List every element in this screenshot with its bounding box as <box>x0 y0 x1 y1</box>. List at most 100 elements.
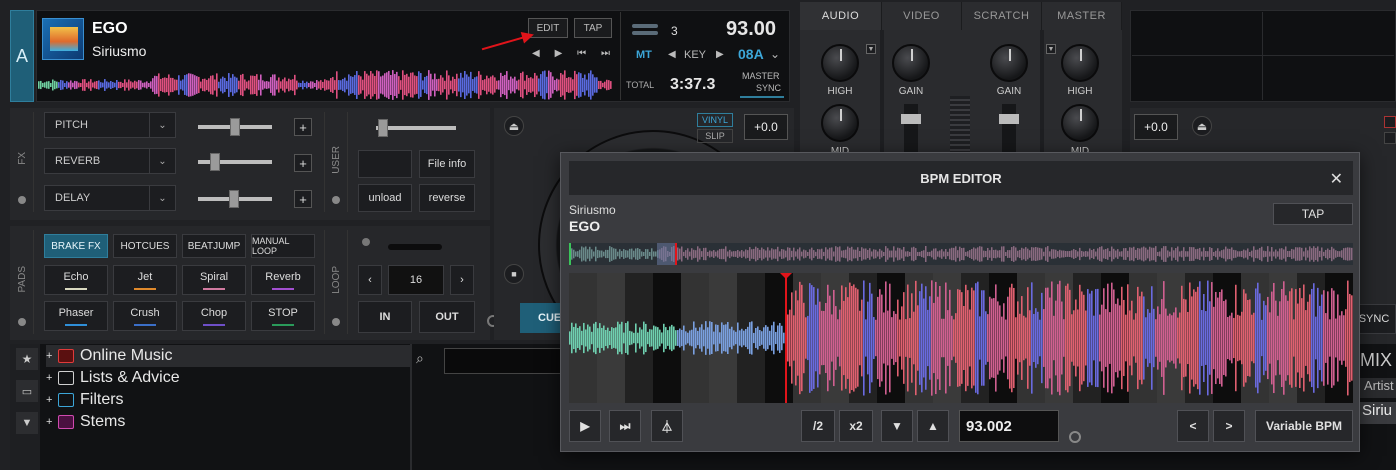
pitch-value[interactable]: +0.0 <box>744 114 788 140</box>
mid-knob-right[interactable] <box>1061 104 1099 142</box>
tab-brake-fx[interactable]: BRAKE FX <box>44 234 108 258</box>
tree-item-stems[interactable]: + Stems <box>46 411 406 433</box>
loop-halve-button[interactable]: ‹ <box>358 265 382 295</box>
play-icon[interactable]: ▶ <box>569 410 601 442</box>
gain-knob-left[interactable] <box>892 44 930 82</box>
sync-label[interactable]: SYNC <box>756 83 781 93</box>
loop-double-button[interactable]: › <box>450 265 474 295</box>
key-dropdown-icon[interactable]: ⌄ <box>770 47 780 61</box>
cue-button[interactable]: CUE <box>520 303 564 333</box>
tab-beatjump[interactable]: BEATJUMP <box>182 234 246 258</box>
search-input[interactable] <box>444 348 564 374</box>
variable-bpm-button[interactable]: Variable BPM <box>1255 410 1353 442</box>
folder-add-icon[interactable]: ▭ <box>16 380 38 402</box>
bpm-editor-overview[interactable] <box>569 243 1353 265</box>
eq-menu-icon-right[interactable]: ▼ <box>1046 44 1056 54</box>
table-cell-artist[interactable]: Siriu <box>1360 402 1396 424</box>
fx-slider-2-thumb[interactable] <box>210 153 220 171</box>
user-empty-button[interactable] <box>358 150 412 178</box>
eq-menu-icon-left[interactable]: ▼ <box>866 44 876 54</box>
favorites-icon[interactable]: ★ <box>16 348 38 370</box>
tree-item-online-music[interactable]: + Online Music <box>46 345 410 367</box>
bpm-up-icon[interactable]: ▲ <box>917 410 949 442</box>
play-small-icon[interactable]: ▶ <box>555 48 563 62</box>
next-beat-button[interactable]: > <box>1213 410 1245 442</box>
vinyl-button[interactable]: VINYL <box>697 113 733 127</box>
key-prev-icon[interactable]: ◀ <box>668 49 676 60</box>
fx-add-button-2[interactable]: + <box>294 154 312 172</box>
double-bpm-button[interactable]: x2 <box>839 410 873 442</box>
bpm-settings-icon[interactable] <box>1069 431 1081 443</box>
search-icon[interactable]: ⌕ <box>416 350 436 372</box>
tab-video[interactable]: VIDEO <box>882 2 962 30</box>
slip-button[interactable]: SLIP <box>697 129 733 143</box>
right-pitch-value[interactable]: +0.0 <box>1134 114 1178 140</box>
tab-master[interactable]: MASTER <box>1042 2 1122 30</box>
user-slider[interactable] <box>376 126 456 130</box>
pad-spiral[interactable]: Spiral <box>182 265 246 295</box>
tab-audio[interactable]: AUDIO <box>800 2 882 30</box>
stop-icon[interactable]: ■ <box>504 264 524 284</box>
bpm-tap-button[interactable]: TAP <box>1273 203 1353 225</box>
tab-hotcues[interactable]: HOTCUES <box>113 234 177 258</box>
skip-back-icon[interactable]: ⏮ <box>577 48 586 62</box>
fx-select-reverb[interactable]: REVERB ⌄ <box>44 148 176 174</box>
key-value[interactable]: 08A <box>738 46 764 62</box>
unload-button[interactable]: unload <box>358 184 412 212</box>
pad-crush[interactable]: Crush <box>113 301 177 331</box>
eject-icon-right[interactable]: ⏏ <box>1192 116 1212 136</box>
high-knob-left[interactable] <box>821 44 859 82</box>
column-artist[interactable]: Artist <box>1360 378 1396 398</box>
filter-add-icon[interactable]: ▼ <box>16 412 38 434</box>
pad-chop[interactable]: Chop <box>182 301 246 331</box>
metronome-icon[interactable]: ⏃ <box>651 410 683 442</box>
key-next-icon[interactable]: ▶ <box>716 49 724 60</box>
slip-indicator-right[interactable] <box>1384 132 1396 144</box>
tab-manual-loop[interactable]: MANUAL LOOP <box>251 234 315 258</box>
volume-fader-right[interactable] <box>999 104 1019 154</box>
close-icon[interactable]: ✕ <box>1330 169 1343 189</box>
prev-icon[interactable]: ◀ <box>532 48 540 62</box>
user-dot[interactable] <box>332 196 340 204</box>
eject-icon[interactable]: ⏏ <box>504 116 524 136</box>
tree-item-filters[interactable]: + Filters <box>46 389 406 411</box>
pad-jet[interactable]: Jet <box>113 265 177 295</box>
user-slider-thumb[interactable] <box>378 119 388 137</box>
fx-slider-3-thumb[interactable] <box>229 190 239 208</box>
fx-add-button-3[interactable]: + <box>294 190 312 208</box>
fx-select-pitch[interactable]: PITCH ⌄ <box>44 112 176 138</box>
loop-dot[interactable] <box>332 318 340 326</box>
pads-dot[interactable] <box>18 318 26 326</box>
reverse-button[interactable]: reverse <box>419 184 475 212</box>
fx-dot[interactable] <box>18 196 26 204</box>
bpm-down-icon[interactable]: ▼ <box>881 410 913 442</box>
file-info-button[interactable]: File info <box>419 150 475 178</box>
mid-knob-left[interactable] <box>821 104 859 142</box>
vinyl-indicator-right[interactable] <box>1384 116 1396 128</box>
skip-next-icon[interactable]: ⏭ <box>609 410 641 442</box>
pad-echo[interactable]: Echo <box>44 265 108 295</box>
prev-beat-button[interactable]: < <box>1177 410 1209 442</box>
volume-fader-left[interactable] <box>901 104 921 154</box>
tap-button[interactable]: TAP <box>574 18 612 38</box>
gain-knob-right[interactable] <box>990 44 1028 82</box>
pad-reverb[interactable]: Reverb <box>251 265 315 295</box>
tab-scratch[interactable]: SCRATCH <box>962 2 1042 30</box>
pad-phaser[interactable]: Phaser <box>44 301 108 331</box>
tree-item-lists-advice[interactable]: + Lists & Advice <box>46 367 406 389</box>
fx-select-delay[interactable]: DELAY ⌄ <box>44 185 176 211</box>
high-knob-right[interactable] <box>1061 44 1099 82</box>
bpm-editor-waveform[interactable] <box>569 273 1353 403</box>
fx-add-button-1[interactable]: + <box>294 118 312 136</box>
fx-slider-1-thumb[interactable] <box>230 118 240 136</box>
mt-label[interactable]: MT <box>636 49 652 61</box>
overview-waveform[interactable] <box>38 70 612 100</box>
loop-in-button[interactable]: IN <box>358 301 412 333</box>
loop-size[interactable]: 16 <box>388 265 444 295</box>
skip-forward-icon[interactable]: ⏭ <box>601 48 610 62</box>
pad-stop[interactable]: STOP <box>251 301 315 331</box>
bpm-value-field[interactable]: 93.002 <box>959 410 1059 442</box>
master-label[interactable]: MASTER <box>742 71 780 81</box>
half-bpm-button[interactable]: /2 <box>801 410 835 442</box>
deck-a-letter[interactable]: A <box>10 10 34 102</box>
